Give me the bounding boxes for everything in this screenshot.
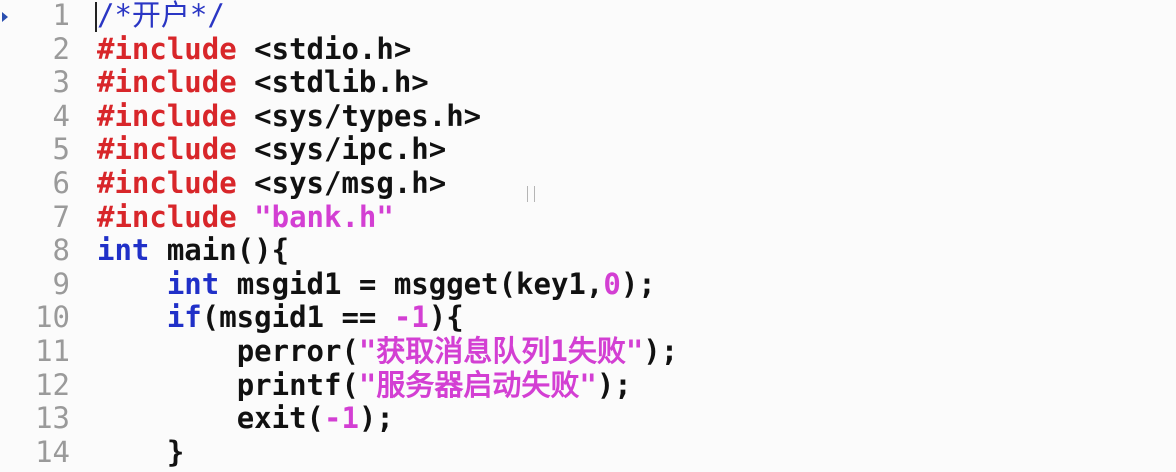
line-number: 2 — [52, 31, 70, 66]
code-token: exit( — [236, 401, 324, 436]
code-text: int msgid1 = msgget(key1,0); — [97, 267, 656, 301]
code-token: ){ — [428, 300, 464, 335]
code-line[interactable]: 2 #include <stdio.h> — [0, 32, 1176, 66]
code-token: <sys/msg.h> — [236, 166, 447, 200]
code-line[interactable]: 13 exit(-1); — [0, 401, 1176, 435]
code-token: #include — [97, 166, 237, 200]
code-text: int main(){ — [97, 233, 289, 267]
code-text: #include <sys/ipc.h> — [97, 132, 446, 166]
code-editor[interactable]: 1 /*开户*/ 2 #include <stdio.h> 3 #include <std… — [0, 0, 1176, 472]
code-token: <stdio.h> — [236, 31, 412, 66]
code-token: <stdlib.h> — [236, 65, 429, 100]
code-line[interactable]: 11 perror("获取消息队列1失败"); — [0, 334, 1176, 368]
code-text: #include <sys/types.h> — [97, 99, 481, 133]
code-line[interactable]: 10 if(msgid1 == -1){ — [0, 300, 1176, 334]
code-token: /*开户*/ — [97, 0, 225, 32]
code-token: msgid1 = msgget(key1, — [219, 266, 604, 301]
mouse-ibeam-icon — [527, 186, 535, 202]
code-token: int — [166, 266, 220, 301]
code-token: #include — [97, 98, 237, 133]
code-line[interactable]: 6 #include <sys/msg.h> — [0, 166, 1176, 200]
code-token: 0 — [603, 266, 621, 301]
code-token: #include — [97, 132, 237, 167]
code-token: ); — [643, 334, 679, 368]
line-number: 3 — [52, 65, 70, 100]
code-text: exit(-1); — [97, 401, 394, 435]
code-token: -1 — [324, 401, 359, 436]
text-cursor — [95, 2, 97, 32]
code-line[interactable]: 4 #include <sys/types.h> — [0, 99, 1176, 133]
code-token: ); — [620, 266, 656, 301]
line-number: 10 — [35, 300, 70, 335]
code-token: ); — [358, 401, 394, 436]
code-token: if — [166, 300, 202, 335]
code-line[interactable]: 1 /*开户*/ — [0, 0, 1176, 32]
code-token: int — [97, 233, 150, 268]
code-text: #include <sys/msg.h> — [97, 166, 446, 200]
code-line[interactable]: 12 printf("服务器启动失败"); — [0, 368, 1176, 402]
code-token: "服务器启动失败" — [358, 367, 597, 402]
code-text: #include <stdio.h> — [97, 32, 411, 66]
line-number: 1 — [52, 0, 70, 32]
code-token: main(){ — [149, 233, 290, 268]
code-token: ); — [596, 367, 632, 402]
code-token: <sys/types.h> — [236, 98, 482, 133]
code-token: (msgid1 == — [201, 300, 394, 335]
line-number: 4 — [52, 98, 70, 133]
code-token: #include — [97, 31, 237, 66]
code-token: "获取消息队列1失败" — [358, 334, 644, 368]
line-number: 11 — [35, 334, 70, 368]
code-line[interactable]: 7 #include "bank.h" — [0, 200, 1176, 234]
code-line[interactable]: 3 #include <stdlib.h> — [0, 65, 1176, 99]
code-text: #include "bank.h" — [97, 200, 394, 234]
code-token: #include — [97, 65, 237, 100]
line-number: 14 — [35, 434, 70, 469]
code-text: /*开户*/ — [97, 0, 225, 32]
code-text: printf("服务器启动失败"); — [97, 368, 632, 402]
code-token: printf( — [236, 367, 359, 402]
code-line[interactable]: 8 int main(){ — [0, 233, 1176, 267]
line-number: 6 — [52, 166, 70, 200]
code-token: #include — [97, 199, 237, 234]
code-line[interactable]: 14 } — [0, 435, 1176, 469]
code-token: -1 — [393, 300, 429, 335]
line-number: 8 — [52, 233, 70, 268]
code-line[interactable]: 9 int msgid1 = msgget(key1,0); — [0, 267, 1176, 301]
code-token: "bank.h" — [254, 199, 394, 234]
code-token: } — [166, 434, 185, 469]
code-text: } — [97, 435, 184, 469]
line-number: 13 — [35, 401, 70, 436]
code-token: perror( — [236, 334, 359, 368]
line-number: 9 — [52, 266, 70, 301]
code-line[interactable]: 5 #include <sys/ipc.h> — [0, 132, 1176, 166]
line-number: 5 — [52, 132, 70, 167]
line-number: 12 — [35, 367, 70, 402]
code-token: <sys/ipc.h> — [236, 132, 447, 167]
line-number: 7 — [52, 199, 70, 234]
code-text: if(msgid1 == -1){ — [97, 300, 464, 334]
code-text: #include <stdlib.h> — [97, 65, 429, 99]
code-text: perror("获取消息队列1失败"); — [97, 334, 679, 368]
